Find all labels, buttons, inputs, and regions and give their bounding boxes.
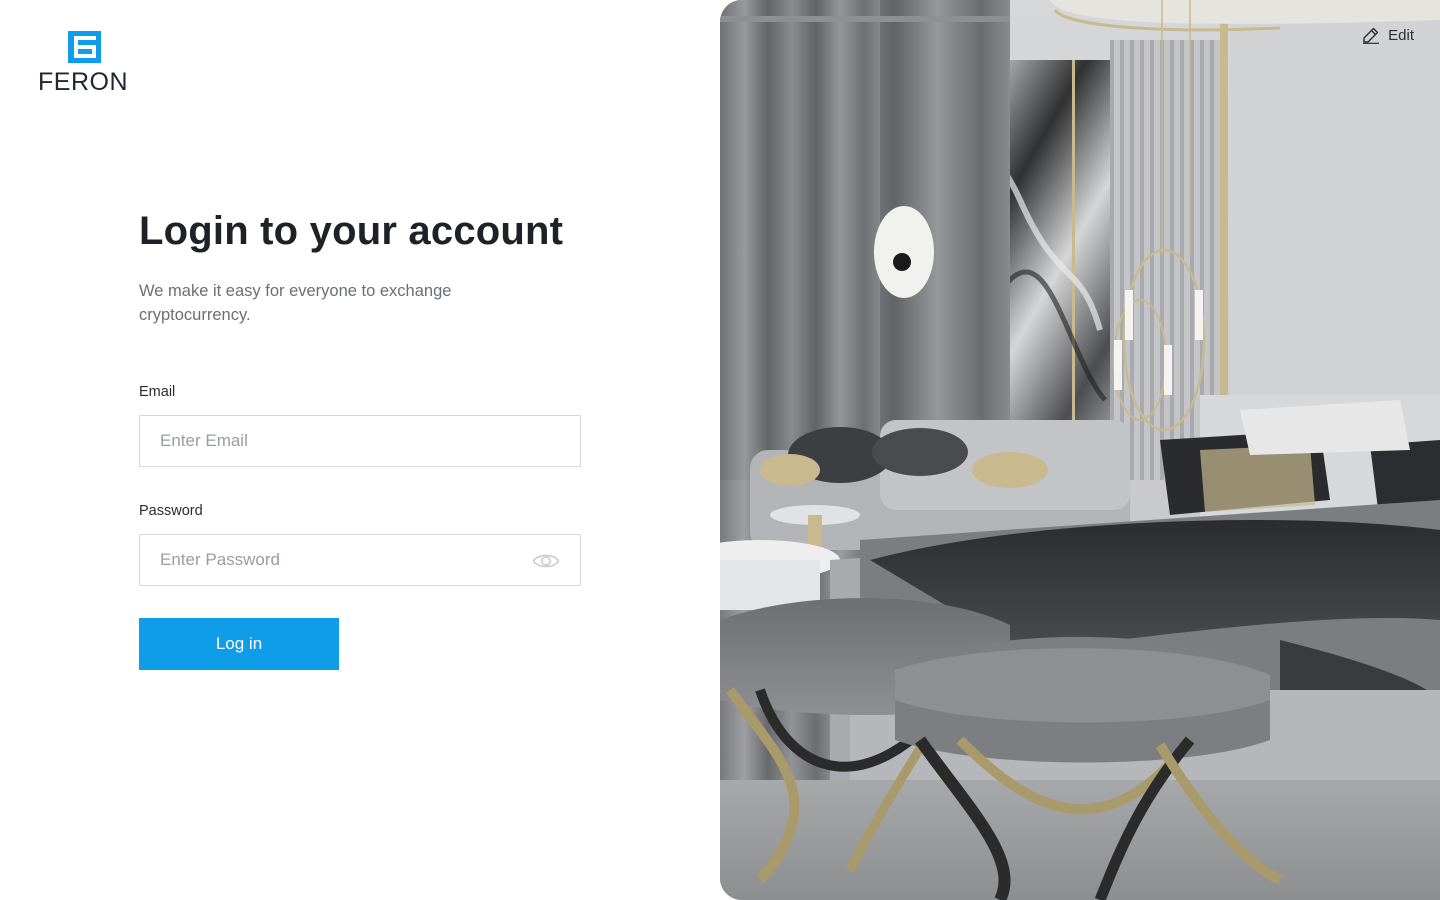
password-label: Password — [139, 503, 203, 519]
login-form: Login to your account We make it easy fo… — [139, 205, 581, 670]
page-subtitle: We make it easy for everyone to exchange… — [139, 282, 452, 324]
eye-icon[interactable] — [532, 550, 560, 572]
brand-name: FERON — [38, 68, 128, 96]
email-label: Email — [139, 384, 176, 400]
password-field-wrapper — [139, 534, 581, 586]
brand-logo[interactable]: FERON — [38, 31, 134, 96]
edit-button[interactable]: Edit — [1362, 24, 1414, 46]
login-page: FERON Login to your account We make it e… — [0, 0, 1440, 900]
edit-label: Edit — [1388, 26, 1414, 44]
pencil-icon — [1363, 27, 1380, 44]
bedroom-illustration — [720, 0, 1440, 900]
login-button[interactable]: Log in — [139, 618, 339, 670]
password-field[interactable] — [140, 535, 580, 585]
email-field[interactable] — [140, 416, 580, 466]
page-title: Login to your account — [139, 209, 564, 253]
hero-image: Edit — [720, 0, 1440, 900]
email-field-wrapper — [139, 415, 581, 467]
feron-logo-mark-icon — [68, 31, 101, 63]
